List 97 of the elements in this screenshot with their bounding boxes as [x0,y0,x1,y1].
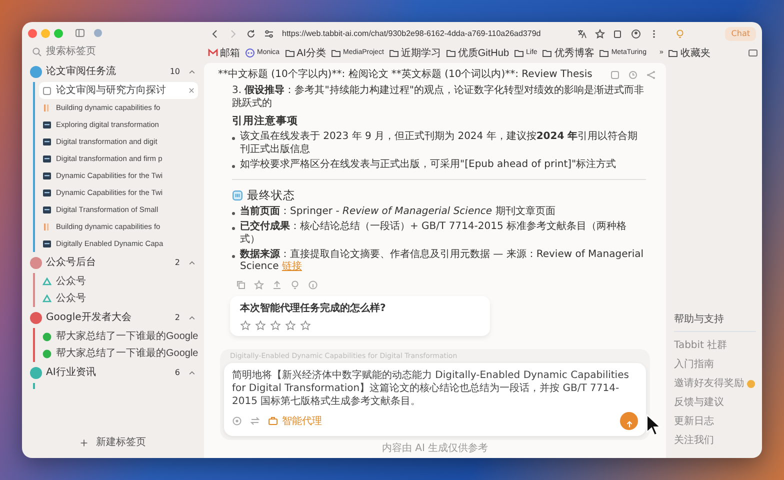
section-heading: 最终状态 [247,188,295,204]
folder-icon [542,48,552,58]
folder-icon [514,48,524,58]
translate-icon[interactable] [577,28,588,38]
tab-group-header[interactable]: Google开发者大会 2 [28,307,198,328]
circle-icon [42,332,52,342]
group-count: 6 [174,366,180,378]
tab-item[interactable]: 论文审阅与研究方向探讨 [39,82,198,99]
list-item-text: 该文虽在线发表于 2023 年 9 月，但正式刊期为 2024 年，建议按2024 年引用以符合期刊正式出版信息 [240,131,639,157]
close-window-button[interactable] [28,28,37,38]
bookmark-star-icon[interactable] [595,28,606,38]
new-tab-button[interactable]: 新建标签页 [72,431,154,454]
star-icon[interactable] [300,320,311,332]
message-input[interactable]: 简明地将【新兴经济体中数字赋能的动态能力 Digitally-Enabled Dynamic Capabilities for Digital Transformation】这篇论文的核心结论也总结为一段话，并按 GB/T 7714-2015 国标第七版格式生成参考文献条目。 智能代理 [224,363,646,436]
bookmark-folder[interactable]: 收藏夹 [668,46,710,60]
group-title: 公众号后台 [46,256,97,270]
circle-icon [42,348,52,358]
list-item-text: 数据来源：直接提取自论文摘要、作者信息及引用元数据 — 来源：Review of Managerial Science 链接 [240,248,645,274]
plus-icon [80,438,88,446]
document-icon [42,204,52,214]
group-count: 2 [174,256,180,268]
sidebar-toggle-icon[interactable] [75,28,85,38]
chevron-icon[interactable] [188,368,196,376]
bookmark-link[interactable]: 优质GitHub [446,46,510,60]
folder-icon [388,48,399,58]
upload-icon[interactable] [272,280,282,290]
folder-icon [599,48,610,58]
document-icon [42,188,52,198]
maximize-window-button[interactable] [54,28,63,38]
page-icon [42,86,52,96]
reload-icon[interactable] [246,28,256,38]
rating-question: 本次智能代理任务完成的怎么样? [240,301,387,316]
switch-icon[interactable] [250,416,260,426]
search-icon [32,46,42,56]
document-icon [42,154,52,164]
chevron-icon[interactable] [188,68,196,76]
section-heading: 引用注意事项 [232,114,299,128]
site-settings-icon[interactable] [264,28,274,38]
chevron-icon[interactable] [188,314,196,322]
status-icon [232,190,243,202]
tab-item[interactable]: 帮大家总结了一下谁最的Google [39,345,198,362]
help-title: 帮助与支持 [674,312,756,332]
star-icon[interactable] [270,320,281,332]
disclaimer-text: 内容由 AI 生成仅供参考 [380,442,490,456]
send-button[interactable] [620,412,638,430]
star-icon[interactable] [240,320,251,332]
group-count: 10 [170,66,180,78]
document-icon [42,136,52,146]
profile-icon[interactable] [631,28,642,38]
lightbulb-icon[interactable] [675,28,686,38]
mail-icon [208,48,218,58]
chevron-icon[interactable] [188,258,196,266]
document-icon [42,120,52,130]
reading-list-icon[interactable] [748,48,758,58]
chat-title: **中文标题 (10个字以内)**: 检阅论文 **英文标题 (10个词以内)**: Review Thesis [218,68,594,82]
tab-group-header[interactable]: 公众号后台 2 [28,252,198,273]
list-item-text: 如学校要求严格区分在线发表与正式出版，可采用"[Epub ahead of print]"标注方式 [240,158,616,172]
folder-icon [668,48,678,58]
history-icon[interactable] [628,70,638,80]
document-icon [42,238,52,248]
folder-icon [284,48,295,58]
folder-icon [446,48,456,58]
paragraph-text: 3. 假设推导：参考其"持续能力构建过程"的观点，论证数字化转型对绩效的影响是渐进式而非跳跃式的 [232,85,645,111]
search-field[interactable]: 搜索标签页 [42,42,194,61]
tab-item[interactable]: 帮大家总结了一下谁最的Google [39,328,198,345]
tab-item[interactable]: 公众号 [39,290,198,307]
mouse-pointer-icon [646,414,662,436]
lightbulb-icon[interactable] [290,280,300,290]
star-icon[interactable] [255,320,266,332]
group-title: Google开发者大会 [46,310,132,325]
arrow-up-icon [624,420,634,430]
group-title: AI行业资讯 [46,366,97,380]
extension-icon[interactable] [93,28,103,38]
star-icon[interactable] [285,320,296,332]
bookmark-link[interactable]: 近期学习 [388,46,441,60]
copy-icon[interactable] [236,280,246,290]
group-count: 2 [174,312,180,324]
tab-group-header[interactable]: 论文审阅任务流 10 [28,61,198,82]
bookmark-link[interactable]: 优秀博客 [542,46,594,60]
folder-icon [331,48,342,58]
info-icon[interactable] [308,280,318,290]
group-title: 论文审阅任务流 [46,64,117,79]
attach-icon[interactable] [232,416,242,426]
tab-group-header[interactable]: AI行业资讯 6 [28,362,198,383]
briefcase-icon [268,416,278,426]
share-icon[interactable] [646,70,656,80]
address-bar[interactable]: https://web.tabbit-ai.com/chat/930b2e98-6162-4dda-a769-110a26ad379d [282,28,570,40]
close-icon[interactable] [188,87,195,94]
star-icon[interactable] [254,280,264,290]
back-icon[interactable] [210,28,220,38]
app-icon [245,48,255,58]
document-icon [42,170,52,180]
tab-item[interactable]: 公众号 [39,273,198,290]
bookmark-link[interactable]: 邮箱 [208,46,240,60]
list-item-text: 已交付成果：核心结论总结（一段话）+ GB/T 7714-2015 标准参考文献条目（两种格式） [240,220,628,247]
list-item-text: 当前页面：Springer - Review of Managerial Science 期刊文章页面 [240,206,556,219]
bookmark-link[interactable]: AI分类 [284,46,326,60]
